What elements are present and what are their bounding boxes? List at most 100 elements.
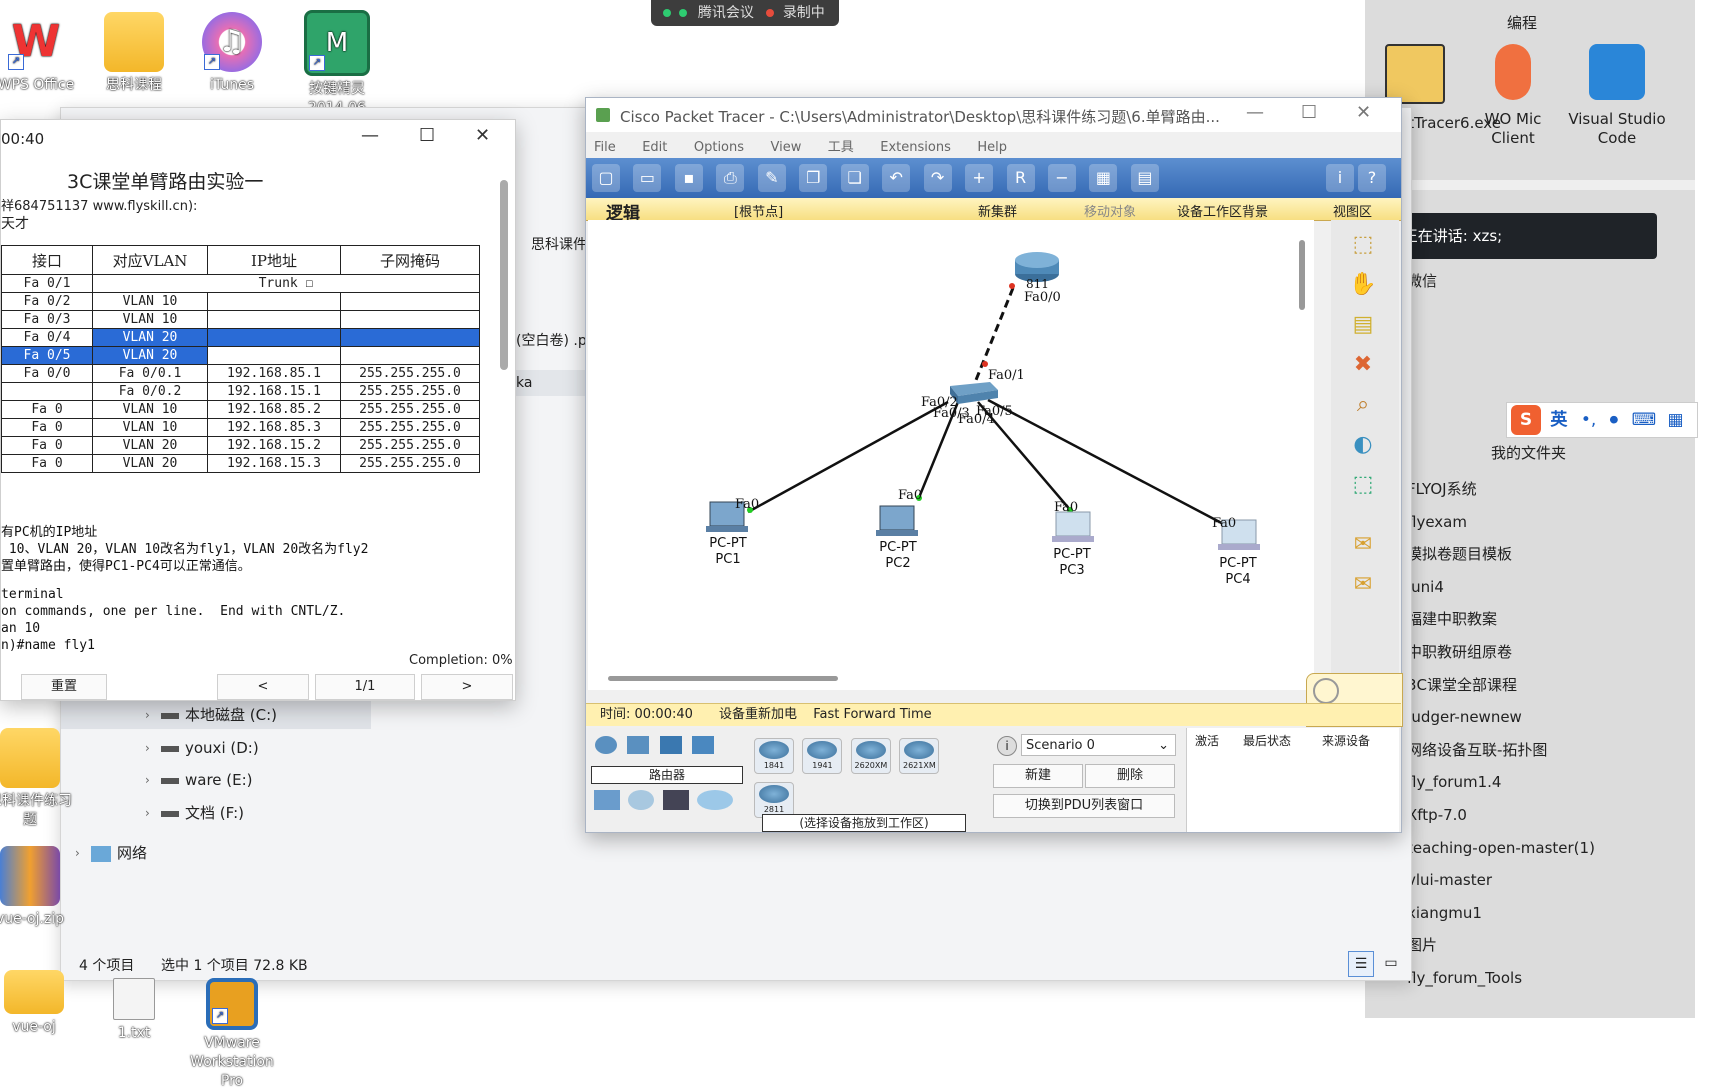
select-tool-icon[interactable]: ⬚ (1345, 230, 1381, 260)
document-viewer-window[interactable]: 00:40 — ☐ ✕ 3C课堂单臂路由实验一 祥684751137 www.f… (0, 119, 516, 701)
folder-item[interactable]: flyexam (1407, 506, 1595, 539)
minimize-icon[interactable]: — (1246, 102, 1264, 123)
pc4-label[interactable]: PC-PT PC4 (1208, 556, 1268, 588)
microphone-icon[interactable]: ⏺ (1610, 410, 1619, 430)
folder-item[interactable]: 模拟卷题目模板 (1407, 538, 1595, 571)
redo-icon[interactable]: ↷ (923, 164, 952, 192)
custom-device-icon[interactable] (662, 790, 689, 810)
maximize-icon[interactable]: ☐ (1301, 102, 1317, 123)
model-2811[interactable]: 2811 (754, 782, 794, 818)
womic-shortcut[interactable]: WO Mic Client (1473, 40, 1553, 148)
keyboard-icon[interactable]: ⌨ (1632, 410, 1657, 430)
tree-item-drive-d[interactable]: › youxi (D:) (145, 734, 259, 762)
menu-options[interactable]: Options (694, 140, 744, 155)
vertical-scrollbar[interactable] (498, 165, 510, 645)
menu-view[interactable]: View (770, 140, 801, 155)
grid-icon[interactable]: ▦ (1668, 410, 1684, 430)
note-tool-icon[interactable]: ▤ (1345, 310, 1381, 340)
tree-item-drive-f[interactable]: › 文档 (F:) (145, 799, 244, 827)
topology-workspace[interactable]: 811 Fa0/0 Fa0/1 Fa0/2 Fa0/3 Fa0/4 Fa0/5 … (588, 220, 1314, 690)
delete-tool-icon[interactable]: ✖ (1345, 350, 1381, 380)
desktop-icon-keymouse[interactable]: M↗ 按键精灵2014.06 (287, 10, 387, 118)
complex-pdu-icon[interactable]: ✉ (1345, 570, 1381, 600)
model-1941[interactable]: 1941 (802, 738, 843, 774)
open-folder-icon[interactable]: ▭ (633, 164, 662, 192)
copy-icon[interactable]: ❐ (799, 164, 828, 192)
folder-item[interactable]: FLYOJ系统 (1407, 473, 1595, 506)
wan-emulation-icon[interactable] (628, 790, 655, 810)
close-icon[interactable]: ✕ (475, 125, 490, 146)
tiles-view-button[interactable]: ▭ (1379, 951, 1403, 975)
maximize-icon[interactable]: ☐ (419, 125, 435, 146)
resize-tool-icon[interactable]: ⬚ (1345, 470, 1381, 500)
tree-item-drive-c[interactable]: › 本地磁盘 (C:) (61, 701, 371, 729)
desktop-icon-wps[interactable]: W ↗ WPS Office (0, 12, 82, 95)
model-2621xm[interactable]: 2621XM (899, 738, 940, 774)
end-devices-icon[interactable] (594, 790, 620, 810)
scrollbar-thumb[interactable] (500, 180, 508, 370)
vscode-shortcut[interactable]: Visual Studio Code (1567, 40, 1667, 148)
simple-pdu-icon[interactable]: ✉ (1345, 530, 1381, 560)
folder-item[interactable]: teaching-open-master(1) (1407, 832, 1595, 865)
folder-item[interactable]: fly_forum1.4 (1407, 766, 1595, 799)
pc3-label[interactable]: PC-PT PC3 (1042, 547, 1102, 579)
tree-item-drive-e[interactable]: › ware (E:) (145, 766, 253, 794)
punctuation-icon[interactable]: •, (1581, 410, 1596, 430)
folder-item[interactable]: 图片 (1407, 929, 1595, 962)
new-file-icon[interactable]: ▢ (592, 164, 620, 192)
info-icon[interactable]: i (1326, 164, 1354, 192)
breadcrumb[interactable]: 思科课件 (531, 234, 587, 254)
desktop-icon-vue-oj[interactable]: vue-oj (0, 970, 80, 1037)
menu-help[interactable]: Help (977, 140, 1007, 155)
power-cycle-button[interactable]: 设备重新加电 (719, 707, 797, 722)
save-icon[interactable]: ▪ (674, 164, 703, 192)
ime-toolbar[interactable]: S 英 •, ⏺ ⌨ ▦ (1506, 402, 1698, 438)
folder-item[interactable]: 中职教研组原卷 (1407, 636, 1595, 669)
wireless-category-icon[interactable] (692, 736, 715, 754)
folder-item[interactable]: xiangmu1 (1407, 897, 1595, 930)
hub-category-icon[interactable] (659, 736, 682, 754)
desktop-icon-vmware[interactable]: ↗ VMware Workstation Pro (182, 978, 282, 1091)
folder-item[interactable]: fly_forum_Tools (1407, 962, 1595, 995)
horizontal-scrollbar[interactable] (608, 676, 838, 681)
folder-item[interactable]: Judger-newnew (1407, 701, 1595, 734)
hand-tool-icon[interactable]: ✋ (1345, 270, 1381, 300)
paste-icon[interactable]: ❏ (840, 164, 869, 192)
custom-device-icon[interactable]: ▤ (1130, 164, 1159, 192)
details-view-button[interactable]: ☰ (1348, 951, 1374, 977)
undo-icon[interactable]: ↶ (882, 164, 911, 192)
ime-mode-label[interactable]: 英 (1550, 410, 1567, 430)
inspect-tool-icon[interactable]: ⌕ (1345, 390, 1381, 420)
menu-tools[interactable]: 工具 (828, 140, 854, 155)
folder-item[interactable]: luni4 (1407, 571, 1595, 604)
new-cluster-button[interactable]: 新集群 (978, 201, 1017, 220)
root-node-label[interactable]: [根节点] (734, 201, 783, 220)
print-icon[interactable]: ⎙ (716, 164, 745, 192)
title-bar[interactable]: Cisco Packet Tracer - C:\Users\Administr… (586, 98, 1401, 132)
zoom-in-icon[interactable]: + (965, 164, 994, 192)
close-icon[interactable]: ✕ (1356, 102, 1371, 123)
menu-extensions[interactable]: Extensions (880, 140, 951, 155)
desktop-icon-zip[interactable]: vue-oj.zip (0, 846, 76, 929)
folder-item[interactable]: Xftp-7.0 (1407, 799, 1595, 832)
tree-item-network[interactable]: › 网络 (75, 839, 147, 867)
help-icon[interactable]: ? (1358, 164, 1386, 192)
multiuser-icon[interactable] (697, 790, 734, 810)
scenario-select[interactable]: Scenario 0 ⌄ (1021, 734, 1176, 756)
background-button[interactable]: 设备工作区背景 (1177, 201, 1268, 220)
toggle-pdu-list-button[interactable]: 切换到PDU列表窗口 (993, 794, 1175, 818)
desktop-icon-course[interactable]: 思科课程 (88, 12, 180, 95)
reset-button[interactable]: 重置 (21, 674, 107, 700)
desktop-icon-folder[interactable]: 思科课件练习题 (0, 728, 76, 830)
menu-edit[interactable]: Edit (642, 140, 667, 155)
zoom-out-icon[interactable]: − (1047, 164, 1076, 192)
minimize-icon[interactable]: — (361, 125, 379, 146)
meeting-bar[interactable]: 腾讯会议 录制中 (651, 0, 839, 26)
move-object-button[interactable]: 移动对象 (1084, 201, 1136, 220)
activity-wizard-icon[interactable]: ✎ (757, 164, 786, 192)
folder-item[interactable]: 网络设备互联-拓扑图 (1407, 734, 1595, 767)
menu-file[interactable]: File (594, 140, 616, 155)
desktop-icon-itunes[interactable]: ♫ ↗ iTunes (186, 12, 278, 95)
prev-page-button[interactable]: < (217, 674, 309, 700)
folder-item[interactable]: vlui-master (1407, 864, 1595, 897)
